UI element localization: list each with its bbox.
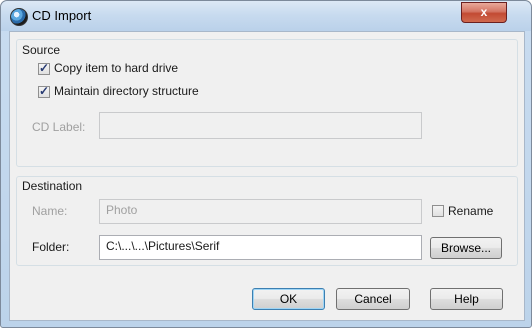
- folder-input[interactable]: C:\...\...\Pictures\Serif: [99, 235, 422, 260]
- copy-item-checkbox[interactable]: ✓: [38, 61, 50, 75]
- check-icon: ✓: [39, 61, 50, 75]
- folder-label: Folder:: [32, 240, 70, 254]
- rename-label[interactable]: Rename: [448, 204, 493, 218]
- dialog-body: Source ✓ Copy item to hard drive ✓ Maint…: [9, 31, 525, 321]
- cancel-button[interactable]: Cancel: [336, 288, 410, 310]
- cd-label-input[interactable]: [99, 112, 422, 139]
- maintain-directory-checkbox[interactable]: ✓: [38, 84, 50, 98]
- name-label: Name:: [32, 204, 68, 218]
- ok-button[interactable]: OK: [252, 288, 325, 310]
- destination-group: Destination Name: Photo Rename Folder: C…: [16, 176, 518, 266]
- check-icon: ✓: [39, 84, 50, 98]
- copy-item-label[interactable]: Copy item to hard drive: [54, 61, 178, 75]
- destination-group-title: Destination: [22, 179, 83, 193]
- maintain-directory-label[interactable]: Maintain directory structure: [54, 84, 199, 98]
- cd-label-label: CD Label:: [32, 120, 86, 134]
- help-button[interactable]: Help: [430, 288, 503, 310]
- browse-button[interactable]: Browse...: [430, 237, 502, 259]
- name-input[interactable]: Photo: [99, 199, 422, 224]
- close-button[interactable]: x: [461, 2, 507, 23]
- rename-checkbox[interactable]: [432, 205, 444, 217]
- source-group-title: Source: [22, 43, 61, 57]
- source-group: Source ✓ Copy item to hard drive ✓ Maint…: [16, 39, 518, 167]
- app-icon: [10, 8, 28, 26]
- cd-import-dialog: CD Import x Source ✓ Copy item to hard d…: [0, 0, 532, 328]
- window-title: CD Import: [32, 8, 92, 23]
- title-bar: CD Import x: [1, 1, 531, 31]
